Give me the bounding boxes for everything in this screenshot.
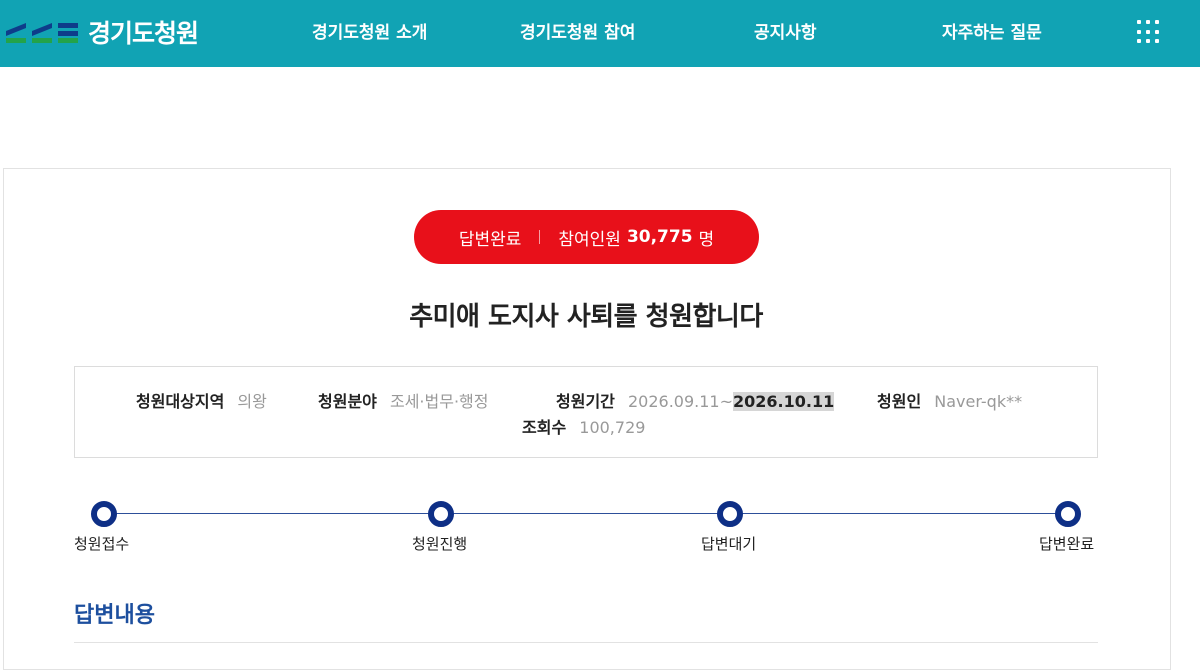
info-region: 청원대상지역 의왕 bbox=[136, 388, 267, 412]
info-petitioner: 청원인 Naver-qk** bbox=[877, 388, 1022, 412]
answer-divider bbox=[74, 642, 1098, 643]
status-badge: 답변완료 참여인원 30,775 명 bbox=[414, 210, 759, 264]
participants-label: 참여인원 bbox=[558, 229, 621, 250]
progress-line bbox=[104, 513, 1068, 514]
petitioner-value: Naver-qk** bbox=[934, 392, 1023, 411]
participants-count: 30,775 bbox=[626, 227, 693, 247]
nav-participate[interactable]: 경기도청원 참여 bbox=[520, 18, 635, 43]
step-dot-answered bbox=[1055, 501, 1081, 527]
nav-about[interactable]: 경기도청원 소개 bbox=[312, 18, 427, 43]
step-dot-awaiting bbox=[717, 501, 743, 527]
top-navigation-bar: 경기도청원 경기도청원 소개 경기도청원 참여 공지사항 자주하는 질문 bbox=[0, 0, 1200, 67]
step-dot-in-progress bbox=[428, 501, 454, 527]
views-label: 조회수 bbox=[522, 418, 567, 437]
petition-info-box bbox=[74, 366, 1098, 458]
period-label: 청원기간 bbox=[556, 392, 615, 411]
site-logo[interactable]: 경기도청원 bbox=[6, 14, 199, 50]
info-views: 조회수 100,729 bbox=[522, 414, 645, 438]
period-start: 2026.09.11~ bbox=[627, 392, 733, 411]
field-value: 조세·법무·행정 bbox=[389, 392, 489, 411]
grid-menu-icon[interactable] bbox=[1137, 20, 1161, 44]
participants-unit: 명 bbox=[698, 229, 715, 250]
info-period: 청원기간 2026.09.11~2026.10.11 bbox=[556, 388, 835, 412]
petition-title: 추미애 도지사 사퇴를 청원합니다 bbox=[409, 302, 763, 332]
step-label-awaiting: 답변대기 bbox=[701, 535, 757, 553]
answer-heading: 답변내용 bbox=[74, 603, 155, 628]
status-divider bbox=[539, 230, 541, 244]
step-label-in-progress: 청원진행 bbox=[412, 535, 468, 553]
status-label: 답변완료 bbox=[458, 229, 522, 250]
petitioner-label: 청원인 bbox=[877, 392, 922, 411]
logo-text: 경기도청원 bbox=[88, 19, 199, 48]
info-field: 청원분야 조세·법무·행정 bbox=[318, 388, 488, 412]
step-label-answered: 답변완료 bbox=[1039, 535, 1095, 553]
region-label: 청원대상지역 bbox=[136, 392, 225, 411]
nav-notices[interactable]: 공지사항 bbox=[754, 18, 817, 43]
step-dot-received bbox=[91, 501, 117, 527]
step-label-received: 청원접수 bbox=[74, 535, 130, 553]
logo-mark-icon bbox=[6, 23, 78, 43]
field-label: 청원분야 bbox=[318, 392, 377, 411]
period-value: 2026.09.11~2026.10.11 bbox=[627, 392, 835, 411]
region-value: 의왕 bbox=[237, 392, 267, 411]
views-value: 100,729 bbox=[579, 418, 646, 437]
nav-faq[interactable]: 자주하는 질문 bbox=[942, 18, 1042, 43]
period-end: 2026.10.11 bbox=[733, 392, 835, 411]
